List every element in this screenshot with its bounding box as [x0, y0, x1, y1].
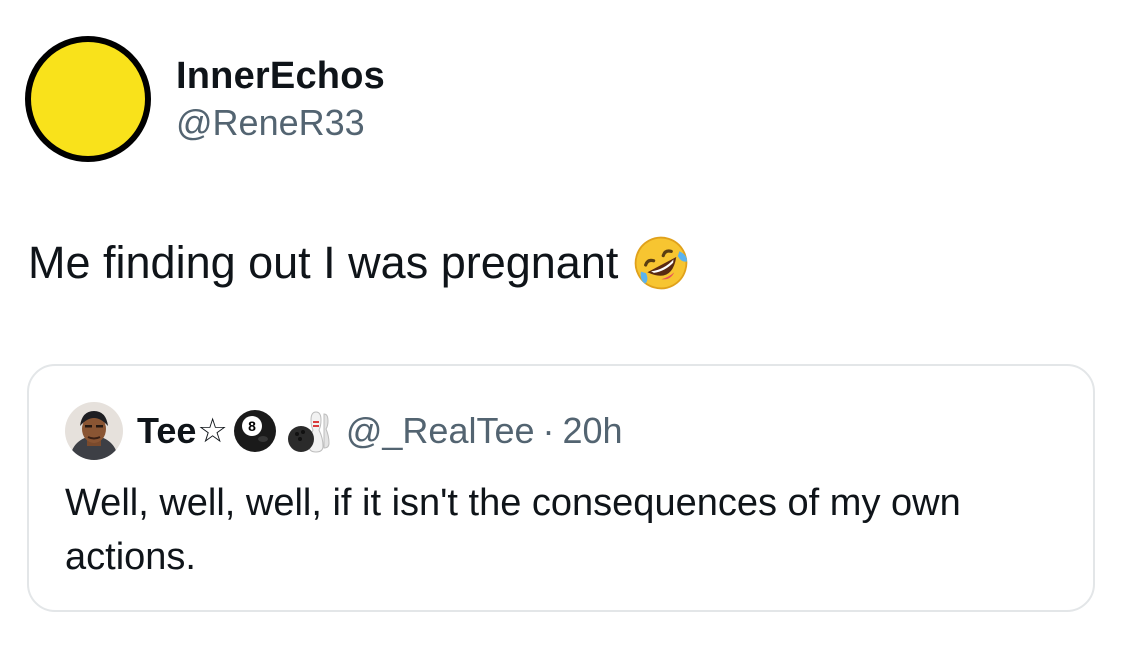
pool-8-ball-emoji: 8 [233, 410, 276, 452]
quoted-tweet-timestamp[interactable]: 20h [563, 410, 623, 452]
quoted-author-name[interactable]: Tee [137, 410, 196, 452]
quoted-author-handle[interactable]: @_RealTee [346, 410, 535, 452]
tweet-author[interactable]: InnerEchos @ReneR33 [25, 36, 385, 162]
quoted-author-avatar[interactable] [65, 402, 123, 460]
quoted-tweet-text: Well, well, well, if it isn't the conseq… [65, 482, 961, 578]
avatar[interactable] [25, 36, 151, 162]
quoted-tweet-card[interactable]: Tee ☆ 8 @_RealTee · 20h Well, well, well… [27, 364, 1095, 612]
star-symbol: ☆ [197, 412, 228, 450]
rolling-on-the-floor-laughing-emoji [635, 236, 688, 290]
tweet-text: Me finding out I was pregnant [28, 234, 690, 292]
display-name[interactable]: InnerEchos [176, 53, 385, 99]
quoted-tweet-header: Tee ☆ 8 @_RealTee · 20h [65, 402, 623, 460]
bowling-emoji [287, 411, 330, 453]
handle[interactable]: @ReneR33 [176, 101, 385, 145]
separator-dot: · [542, 410, 555, 451]
svg-text:8: 8 [248, 418, 256, 434]
author-info: InnerEchos @ReneR33 [176, 53, 385, 145]
tweet-text-content: Me finding out I was pregnant [28, 237, 619, 288]
